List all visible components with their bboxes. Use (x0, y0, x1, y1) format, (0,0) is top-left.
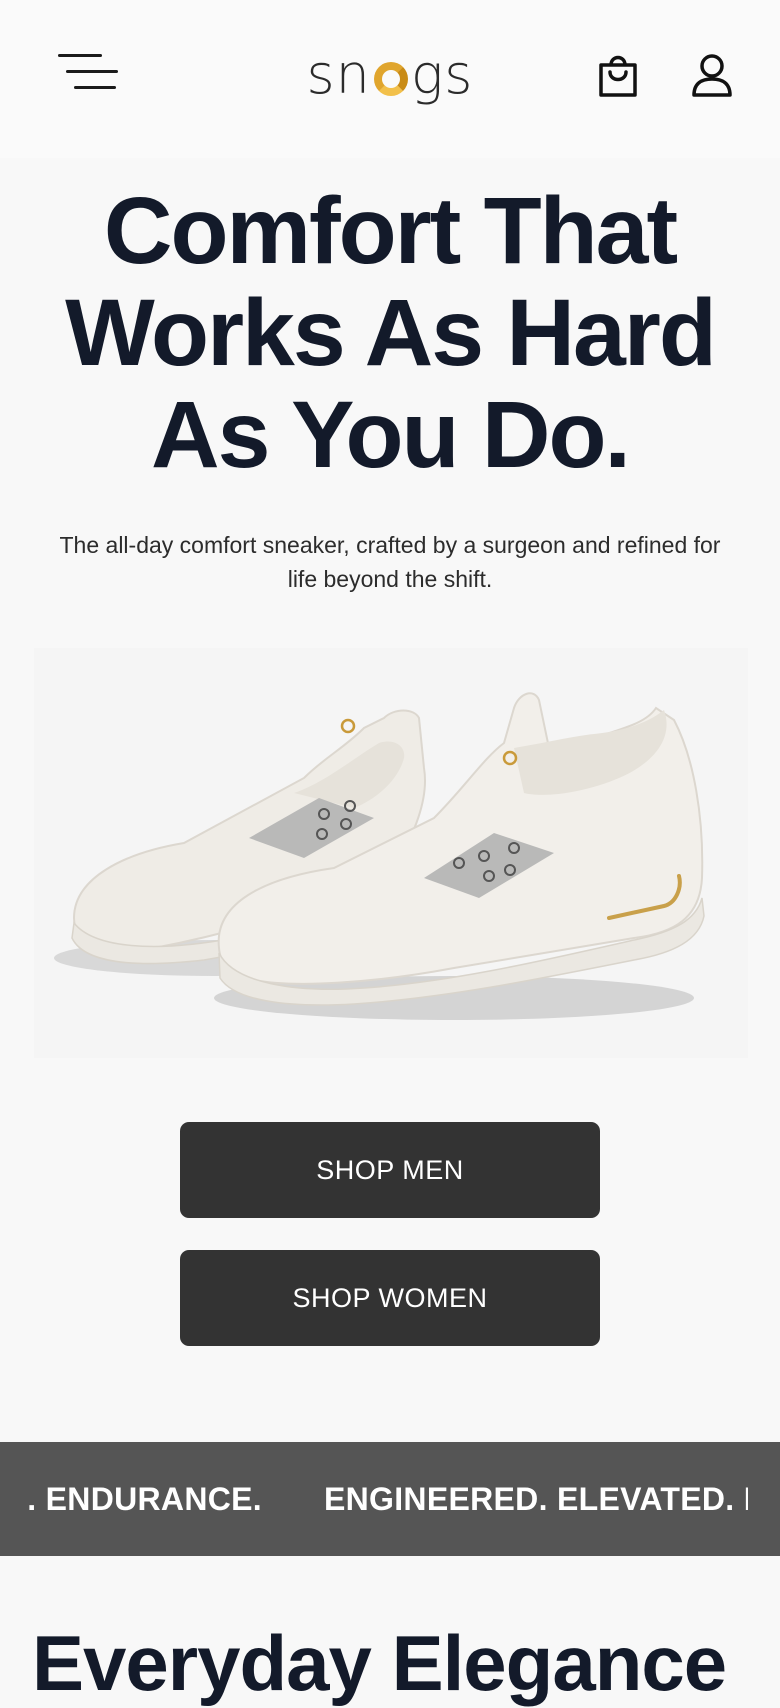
hero-title-line-1: Comfort That (103, 178, 678, 284)
user-icon[interactable] (690, 52, 734, 98)
logo[interactable]: sn gs (0, 40, 780, 110)
hero-title-line-2: Works As Hard (65, 280, 717, 386)
hero-subtitle: The all-day comfort sneaker, crafted by … (59, 532, 721, 592)
section-title: Everyday Elegance (32, 1619, 727, 1707)
ticker-text-segment: ENGINEERED. ELEVATED. EI (324, 1481, 748, 1517)
shop-men-button[interactable]: SHOP MEN (180, 1122, 600, 1218)
logo-ring-icon (373, 62, 408, 96)
ticker-segment-a: . ENDURANCE. (28, 1481, 262, 1517)
scrolling-ticker-banner: . ENDURANCE. ENGINEERED. ELEVATED. EI (0, 1442, 780, 1556)
hero-title-line-3: As You Do. (151, 382, 631, 488)
site-header: sn gs (0, 0, 780, 158)
hero-title: Comfort That Works As Hard As You Do. (30, 180, 750, 486)
logo-text-end: gs (410, 43, 474, 106)
shopping-bag-icon[interactable] (596, 52, 640, 98)
logo-text-start: sn (306, 43, 371, 106)
shop-women-button[interactable]: SHOP WOMEN (180, 1250, 600, 1346)
sneaker-product-image (34, 648, 748, 1058)
ticker-text-segment: . ENDURANCE. (28, 1442, 262, 1556)
